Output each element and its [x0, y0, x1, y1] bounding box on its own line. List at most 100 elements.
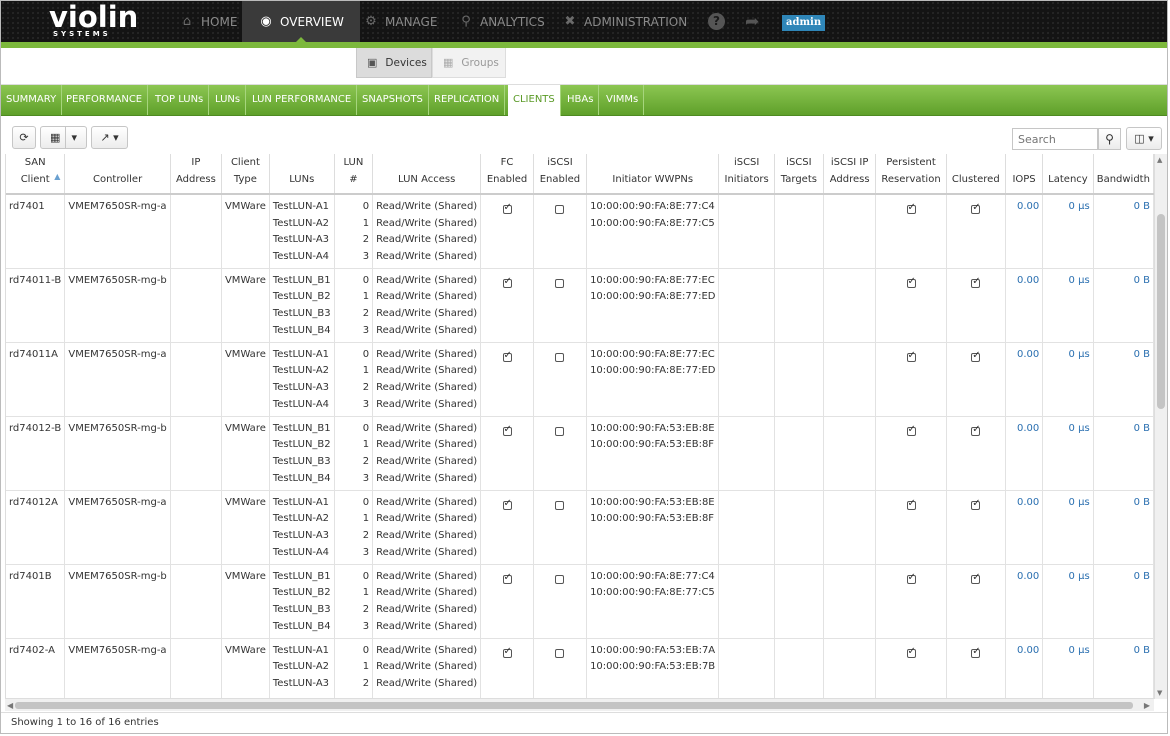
vertical-scrollbar[interactable]: ▲ ▼: [1154, 154, 1167, 699]
initiator-wwpn: 10:00:00:90:FA:53:EB:7B: [590, 661, 716, 673]
column-header[interactable]: Persistent Reservation: [875, 154, 947, 195]
cell-ip-address: [170, 268, 222, 343]
controller-name: VMEM7650SR-mg-a: [68, 348, 167, 360]
nav-manage[interactable]: ⚙ MANAGE: [363, 1, 437, 42]
initiator-wwpn: 10:00:00:90:FA:8E:77:C5: [590, 217, 715, 229]
cell-iscsi-ip-address: [823, 268, 877, 343]
column-header[interactable]: iSCSI Enabled: [533, 154, 588, 195]
nav-overview[interactable]: ◉ OVERVIEW: [242, 1, 360, 43]
scroll-down-icon[interactable]: ▼: [1157, 689, 1162, 697]
help-icon[interactable]: ?: [708, 13, 725, 30]
tab-snapshots[interactable]: SNAPSHOTS: [357, 85, 429, 115]
cell-iscsi-targets: [774, 194, 824, 269]
scroll-right-icon[interactable]: ▶: [1144, 699, 1150, 712]
user-badge[interactable]: admin: [782, 15, 826, 31]
column-header[interactable]: Clustered: [946, 154, 1006, 195]
tab-top-luns[interactable]: TOP LUNs: [150, 85, 210, 115]
column-header[interactable]: IOPS: [1005, 154, 1044, 195]
subtab-devices[interactable]: ▣ Devices: [356, 48, 432, 78]
cell-initiator-wwpns: 10:00:00:90:FA:53:EB:8E 10:00:00:90:FA:53…: [586, 416, 720, 491]
column-header-line2: Bandwidth: [1096, 174, 1150, 185]
lun-name: TestLUN-A2: [272, 661, 330, 673]
column-header[interactable]: LUN Access: [372, 154, 482, 195]
search-input[interactable]: [1012, 128, 1098, 150]
column-header[interactable]: Client Type: [221, 154, 270, 195]
persistent-reservation-checkbox: [906, 275, 916, 289]
tab-vimms[interactable]: VIMMs: [601, 85, 645, 115]
cell-iscsi-enabled: [533, 342, 588, 417]
column-header-line1: FC: [500, 157, 514, 168]
refresh-button[interactable]: ⟳: [12, 126, 36, 149]
cell-persistent-reservation: [875, 194, 947, 269]
iops-value: 0.00: [1016, 644, 1040, 656]
table-row[interactable]: rd74011-B VMEM7650SR-mg-b VMWare TestLUN_B1…: [6, 268, 1154, 343]
tab-performance[interactable]: PERFORMANCE: [61, 85, 149, 115]
tab-summary[interactable]: SUMMARY: [1, 85, 63, 115]
table-row[interactable]: rd7402-A VMEM7650SR-mg-a VMWare TestLUN-A1 T…: [6, 638, 1154, 698]
horizontal-scrollbar[interactable]: ◀ ▶: [5, 698, 1154, 711]
save-menu-button[interactable]: ▦ ▾: [40, 126, 87, 149]
column-header[interactable]: iSCSI Targets: [774, 154, 824, 195]
table-row[interactable]: rd74012-B VMEM7650SR-mg-b VMWare TestLUN_B1…: [6, 416, 1154, 491]
column-header[interactable]: IP Address: [170, 154, 222, 195]
column-header[interactable]: iSCSI IP Address: [823, 154, 877, 195]
lun-access: Read/Write (Shared): [376, 455, 478, 467]
lun-name: TestLUN_B4: [272, 324, 331, 336]
scroll-left-icon[interactable]: ◀: [7, 699, 13, 712]
vertical-scroll-thumb[interactable]: [1157, 214, 1165, 409]
table-row[interactable]: rd74011A VMEM7650SR-mg-a VMWare TestLUN-A1 T…: [6, 342, 1154, 417]
column-header[interactable]: LUNs: [269, 154, 335, 195]
table-row[interactable]: rd74012A VMEM7650SR-mg-a VMWare TestLUN-A1 T…: [6, 490, 1154, 565]
nav-analytics[interactable]: ⚲ ANALYTICS: [458, 1, 544, 42]
tab-luns[interactable]: LUNs: [210, 85, 247, 115]
sort-ascending-icon[interactable]: ▲: [54, 168, 60, 185]
column-header[interactable]: SAN Client ▲: [6, 154, 66, 195]
devices-icon: ▣: [367, 56, 378, 69]
lun-number: 0: [362, 422, 370, 434]
iscsi-enabled-checkbox: [555, 574, 565, 584]
clients-table-container: SAN Client ▲ Controller IP Address Client Type…: [5, 154, 1154, 698]
latency-value: 0 µs: [1068, 644, 1090, 656]
cell-lun-access: Read/Write (Shared) Read/Write (Shared) Re…: [372, 342, 482, 417]
share-icon[interactable]: ➦: [745, 12, 759, 32]
lun-access: Read/Write (Shared): [376, 307, 478, 319]
lun-access: Read/Write (Shared): [376, 529, 478, 541]
cell-iscsi-initiators: [718, 342, 775, 417]
tab-clients[interactable]: CLIENTS: [508, 85, 561, 116]
iops-value: 0.00: [1016, 570, 1040, 582]
column-header[interactable]: Latency: [1042, 154, 1094, 195]
column-header[interactable]: LUN #: [334, 154, 374, 195]
persistent-reservation-checkbox: [906, 645, 916, 659]
cell-iscsi-ip-address: [823, 416, 877, 491]
subtab-groups[interactable]: ▦ Groups: [432, 48, 506, 78]
device-tabs: SUMMARY PERFORMANCE TOP LUNs LUNs LUN PE…: [1, 85, 1167, 116]
column-header[interactable]: iSCSI Initiators: [718, 154, 775, 195]
lun-number: 1: [362, 661, 370, 673]
column-header[interactable]: Bandwidth: [1093, 154, 1154, 195]
san-client-name: rd74011A: [9, 348, 58, 360]
tab-lun-performance[interactable]: LUN PERFORMANCE: [247, 85, 358, 115]
cell-fc-enabled: [480, 416, 534, 491]
table-row[interactable]: rd7401B VMEM7650SR-mg-b VMWare TestLUN_B1 Te…: [6, 564, 1154, 639]
lun-number: 0: [362, 201, 370, 212]
lun-number: 2: [362, 234, 370, 246]
tab-replication[interactable]: REPLICATION: [429, 85, 506, 115]
search-button[interactable]: ⚲: [1098, 128, 1121, 150]
column-header[interactable]: Initiator WWPNs: [586, 154, 720, 195]
cell-iops: 0.00: [1005, 416, 1044, 491]
column-header[interactable]: FC Enabled: [480, 154, 534, 195]
bandwidth-value: 0 B: [1133, 201, 1150, 212]
nav-administration[interactable]: ✖ ADMINISTRATION: [562, 1, 688, 42]
table-row[interactable]: rd7401 VMEM7650SR-mg-a VMWare TestLUN-A1 Tes…: [6, 194, 1154, 269]
nav-home[interactable]: ⌂ HOME: [179, 1, 238, 42]
column-header[interactable]: Controller: [64, 154, 171, 195]
scroll-up-icon[interactable]: ▲: [1157, 156, 1162, 164]
columns-menu-button[interactable]: ◫ ▾: [1126, 127, 1162, 150]
tab-hbas[interactable]: HBAs: [562, 85, 600, 115]
column-header-line2: Targets: [780, 174, 817, 185]
cell-client-type: VMWare: [221, 342, 270, 417]
cell-initiator-wwpns: 10:00:00:90:FA:53:EB:7A 10:00:00:90:FA:53…: [586, 638, 720, 698]
horizontal-scroll-thumb[interactable]: [15, 702, 1133, 709]
brand-logo[interactable]: violin SYSTEMS: [49, 1, 141, 40]
export-menu-button[interactable]: ↗ ▾: [91, 126, 128, 149]
